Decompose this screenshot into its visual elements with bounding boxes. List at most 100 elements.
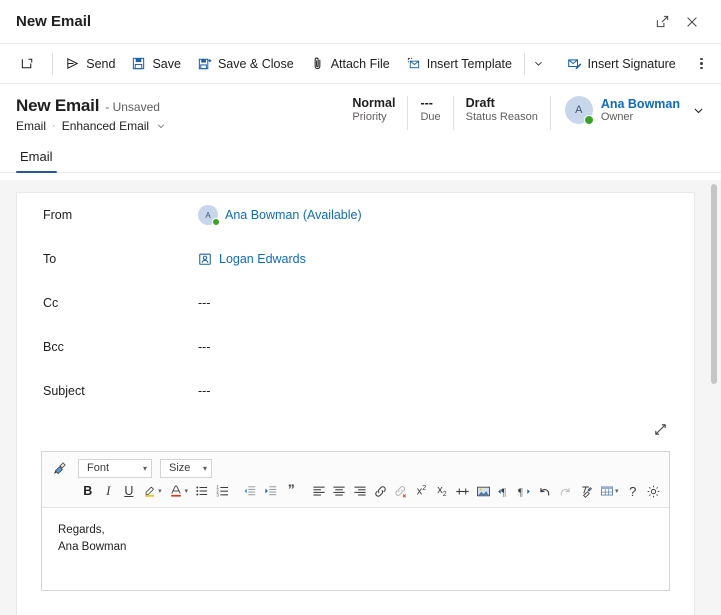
undo-button[interactable]: [535, 481, 555, 501]
from-row: From A Ana Bowman (Available): [17, 193, 694, 237]
font-size-select[interactable]: Size ▾: [160, 458, 212, 478]
rtl-direction-icon: ¶: [517, 484, 532, 499]
status-reason-field[interactable]: Draft Status Reason: [454, 96, 551, 130]
from-value[interactable]: A Ana Bowman (Available): [198, 205, 362, 226]
from-recipient-name: Ana Bowman (Available): [225, 208, 362, 222]
editor-settings-button[interactable]: [644, 481, 664, 501]
superscript-button[interactable]: x2: [412, 481, 432, 501]
help-button[interactable]: ?: [623, 481, 643, 501]
save-and-close-button[interactable]: Save & Close: [189, 49, 302, 79]
align-left-button[interactable]: [309, 481, 329, 501]
decrease-indent-icon: [243, 484, 257, 498]
numbered-list-button[interactable]: 1 2 3: [213, 481, 233, 501]
decrease-indent-button[interactable]: [240, 481, 260, 501]
priority-label: Priority: [352, 111, 387, 123]
format-painter-button[interactable]: [50, 458, 70, 478]
tab-email-label: Email: [20, 149, 53, 164]
tab-strip: Email: [0, 136, 721, 173]
to-value[interactable]: Logan Edwards: [198, 252, 306, 266]
rtl-direction-button[interactable]: ¶: [514, 481, 534, 501]
command-divider: [52, 52, 54, 75]
save-close-icon: [197, 56, 212, 71]
chevron-down-icon: [156, 121, 166, 131]
strikethrough-button[interactable]: [453, 481, 473, 501]
chevron-down-icon: [533, 58, 544, 69]
more-commands-button[interactable]: [690, 49, 713, 79]
paperclip-icon: [310, 56, 325, 71]
insert-link-button[interactable]: [371, 481, 391, 501]
align-left-icon: [312, 484, 326, 498]
save-button[interactable]: Save: [123, 49, 189, 79]
presence-available-icon: [212, 218, 220, 226]
tab-email[interactable]: Email: [16, 149, 57, 173]
owner-field[interactable]: A Ana Bowman Owner: [551, 96, 705, 125]
subscript-button[interactable]: x2: [432, 481, 452, 501]
redo-icon: [558, 484, 573, 499]
insert-image-button[interactable]: [473, 481, 493, 501]
insert-signature-label: Insert Signature: [587, 56, 676, 71]
bold-icon: B: [83, 484, 93, 498]
expand-editor-button[interactable]: [650, 419, 670, 439]
title-bar: New Email: [0, 0, 721, 44]
insert-table-button[interactable]: ▾: [597, 481, 622, 501]
insert-signature-button[interactable]: Insert Signature: [559, 49, 684, 79]
editor-toolbar-row-1: Font ▾ Size ▾: [50, 457, 663, 479]
vertical-scrollbar[interactable]: [705, 180, 721, 615]
clear-formatting-button[interactable]: [576, 481, 596, 501]
ltr-direction-button[interactable]: ¶: [494, 481, 514, 501]
insert-link-icon: [373, 484, 388, 499]
breadcrumb-separator: ·: [52, 120, 56, 132]
avatar: A: [564, 96, 594, 125]
bcc-value[interactable]: ---: [198, 340, 211, 354]
align-center-button[interactable]: [329, 481, 349, 501]
italic-button[interactable]: I: [99, 481, 119, 501]
remove-link-button[interactable]: [391, 481, 411, 501]
email-body-content[interactable]: Regards, Ana Bowman: [42, 508, 669, 590]
owner-dropdown-button[interactable]: [692, 104, 705, 117]
to-recipient-name: Logan Edwards: [219, 252, 306, 266]
close-button[interactable]: [677, 7, 707, 37]
highlight-color-button[interactable]: ▾: [140, 481, 165, 501]
editor-toolbar: Font ▾ Size ▾ B I U ▾ ▾ 1 2 3 ” x2 x2 ¶ …: [42, 452, 669, 508]
scrollbar-thumb[interactable]: [711, 184, 717, 384]
new-window-button[interactable]: [12, 49, 42, 79]
bulleted-list-button[interactable]: [192, 481, 212, 501]
command-bar: Send Save Save & Close Attach File Inser…: [0, 44, 721, 84]
subject-value[interactable]: ---: [198, 384, 211, 398]
owner-role: Owner: [600, 111, 634, 123]
cc-value[interactable]: ---: [198, 296, 211, 310]
help-icon: ?: [629, 483, 637, 499]
insert-template-button[interactable]: Insert Template: [398, 49, 520, 79]
strikethrough-icon: [455, 484, 470, 499]
unsaved-status: - Unsaved: [105, 100, 160, 114]
increase-indent-button[interactable]: [261, 481, 281, 501]
owner-name[interactable]: Ana Bowman: [601, 97, 680, 111]
underline-button[interactable]: U: [119, 481, 139, 501]
bcc-value-text: ---: [198, 340, 211, 354]
underline-icon: U: [124, 484, 134, 498]
blockquote-button[interactable]: ”: [282, 481, 302, 501]
breadcrumb-entity: Email: [16, 119, 47, 133]
font-color-button[interactable]: ▾: [166, 481, 191, 501]
bold-button[interactable]: B: [78, 481, 98, 501]
cc-label: Cc: [43, 296, 59, 310]
attach-file-button[interactable]: Attach File: [302, 49, 398, 79]
editor-expand-row: [17, 419, 694, 443]
font-family-select[interactable]: Font ▾: [78, 458, 152, 478]
editor-toolbar-row-2: B I U ▾ ▾ 1 2 3 ” x2 x2 ¶ ¶ ▾ ?: [50, 479, 663, 503]
svg-text:3: 3: [216, 492, 219, 497]
insert-template-dropdown[interactable]: [529, 49, 549, 79]
priority-field[interactable]: Normal Priority: [340, 96, 409, 130]
send-button[interactable]: Send: [57, 49, 123, 79]
due-field[interactable]: --- Due: [408, 96, 454, 130]
redo-button[interactable]: [555, 481, 575, 501]
popout-button[interactable]: [647, 7, 677, 37]
numbered-list-icon: 1 2 3: [216, 484, 230, 498]
form-selector-button[interactable]: [156, 121, 166, 131]
align-right-button[interactable]: [350, 481, 370, 501]
chevron-down-icon: ▾: [184, 488, 188, 495]
bcc-label: Bcc: [43, 340, 64, 354]
subject-row: Subject ---: [17, 369, 694, 413]
cc-row: Cc ---: [17, 281, 694, 325]
status-reason-label: Status Reason: [465, 111, 538, 123]
